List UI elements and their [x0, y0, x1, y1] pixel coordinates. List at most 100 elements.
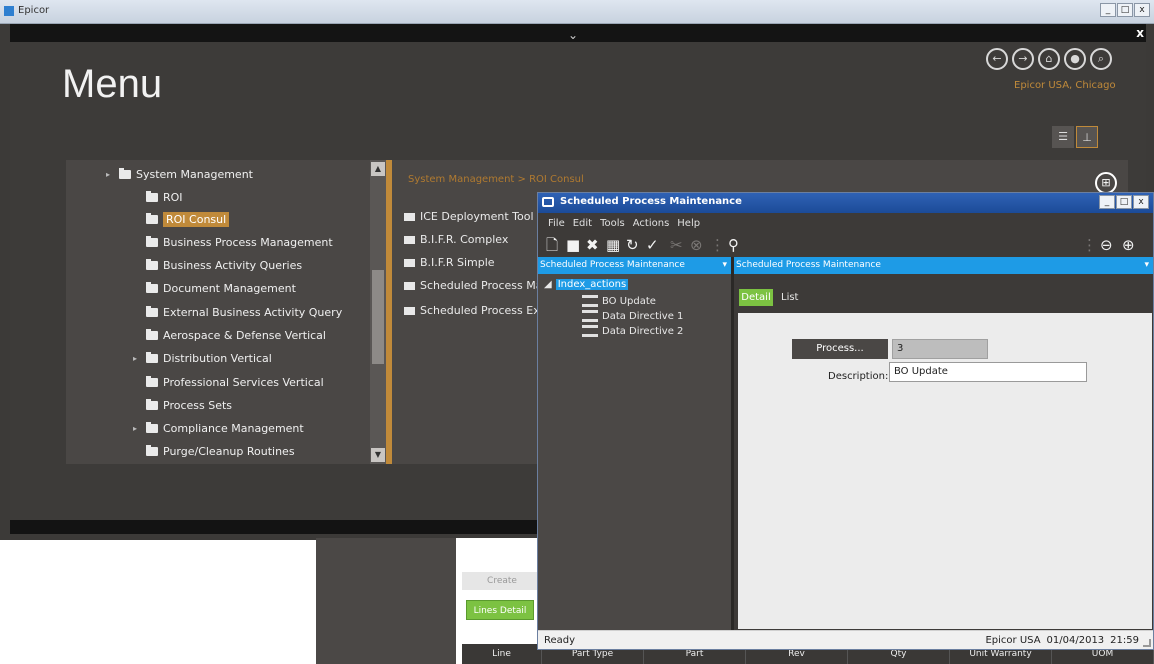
chevron-down-icon[interactable]: ⌄ — [568, 28, 578, 42]
overflow-icon[interactable]: ⋮ — [1082, 236, 1097, 254]
check-icon[interactable]: ✓ — [646, 236, 659, 254]
menu-edit[interactable]: Edit — [573, 218, 592, 229]
close-menu-icon[interactable]: x — [1136, 26, 1144, 40]
tree-item-label: Business Activity Queries — [163, 259, 303, 272]
tree-item-purge-cleanup-routines[interactable]: Purge/Cleanup Routines — [146, 445, 295, 458]
tree-node-root[interactable]: ◢ Index_actions — [544, 279, 629, 290]
list-view-icon[interactable]: ☰ — [1052, 126, 1074, 148]
back-icon[interactable]: ⊖ — [1100, 236, 1113, 254]
record-icon[interactable]: ● — [1064, 48, 1086, 70]
minimize-button[interactable]: _ — [1100, 3, 1116, 17]
main-window-title: Epicor — [18, 5, 50, 16]
tree-item-compliance-management[interactable]: ▸ Compliance Management — [133, 422, 304, 435]
save-icon[interactable]: ■ — [566, 236, 580, 254]
tree-item-external-business-activity-query[interactable]: External Business Activity Query — [146, 306, 342, 319]
list-item-bifr-simple[interactable]: B.I.F.R Simple — [404, 256, 495, 269]
expander-icon[interactable]: ▸ — [106, 170, 114, 179]
folder-icon — [146, 422, 158, 433]
background-panel — [316, 538, 456, 664]
tree-view-icon[interactable]: ⊥ — [1076, 126, 1098, 148]
scroll-down-icon[interactable]: ▼ — [371, 448, 385, 462]
pin-icon[interactable]: ▾ — [722, 257, 727, 274]
dialog-titlebar[interactable]: Scheduled Process Maintenance _ □ x — [538, 193, 1153, 213]
list-item-label: ICE Deployment Tool — [420, 210, 534, 223]
refresh-icon[interactable]: ↻ — [626, 236, 639, 254]
search-icon[interactable]: ⌕ — [1090, 48, 1112, 70]
close-button[interactable]: x — [1133, 195, 1149, 209]
description-field[interactable]: BO Update — [889, 362, 1087, 382]
attach-icon[interactable]: ⊗ — [690, 236, 703, 254]
close-button[interactable]: x — [1134, 3, 1150, 17]
process-field[interactable]: 3 — [892, 339, 988, 359]
resize-grip-icon[interactable] — [1143, 639, 1151, 647]
breadcrumb: System Management > ROI Consul — [408, 174, 584, 185]
scroll-up-icon[interactable]: ▲ — [371, 162, 385, 176]
grid-col-line[interactable]: Line — [462, 644, 542, 664]
expander-icon[interactable]: ◢ — [544, 279, 552, 290]
tree-item-system-management[interactable]: ▸ System Management — [106, 168, 253, 181]
folder-icon — [146, 236, 158, 247]
list-item-ice-deployment-tool[interactable]: ICE Deployment Tool — [404, 210, 534, 223]
menu-actions[interactable]: Actions — [633, 218, 670, 229]
tree-item-label: Aerospace & Defense Vertical — [163, 329, 326, 342]
scroll-thumb[interactable] — [372, 270, 384, 364]
process-button[interactable]: Process... — [792, 339, 888, 359]
tree-item-label: Distribution Vertical — [163, 352, 272, 365]
tree-item-roi-consul[interactable]: ROI Consul — [146, 212, 230, 227]
expander-icon[interactable]: ▸ — [133, 354, 141, 363]
tree-node-data-directive-2[interactable]: Data Directive 2 — [582, 325, 683, 337]
more-icon[interactable]: ⋮ — [710, 236, 725, 254]
tree-node-data-directive-1[interactable]: Data Directive 1 — [582, 310, 683, 322]
dialog-title: Scheduled Process Maintenance — [560, 196, 742, 207]
menu-file[interactable]: File — [548, 218, 565, 229]
folder-icon — [146, 376, 158, 387]
tree-node-label: Index_actions — [555, 279, 629, 290]
tree-item-label: ROI — [163, 191, 183, 204]
tree-item-label: Compliance Management — [163, 422, 304, 435]
list-item-label: Scheduled Process Ma — [420, 279, 543, 292]
maximize-button[interactable]: □ — [1117, 3, 1133, 17]
tree-item-professional-services-vertical[interactable]: Professional Services Vertical — [146, 376, 324, 389]
apps-grid-icon[interactable]: ⊞ — [1095, 172, 1117, 194]
tree-item-document-management[interactable]: Document Management — [146, 282, 296, 295]
forward-icon[interactable]: ⊕ — [1122, 236, 1135, 254]
list-item-scheduled-process-execution[interactable]: Scheduled Process Ex — [404, 304, 540, 317]
tree-pane-header: Scheduled Process Maintenance ▾ — [538, 257, 731, 274]
background-tab[interactable]: Create — [462, 572, 542, 590]
tab-list[interactable]: List — [781, 289, 811, 306]
tree-item-label: Process Sets — [163, 399, 233, 412]
tree-item-aerospace-defense-vertical[interactable]: Aerospace & Defense Vertical — [146, 329, 326, 342]
back-icon[interactable]: ← — [986, 48, 1008, 70]
company-label[interactable]: Epicor USA, Chicago — [1014, 80, 1116, 91]
tree-node-bo-update[interactable]: BO Update — [582, 295, 656, 307]
tree-item-process-sets[interactable]: Process Sets — [146, 399, 232, 412]
home-icon[interactable]: ⌂ — [1038, 48, 1060, 70]
list-icon[interactable]: ▦ — [606, 236, 620, 254]
cut-icon[interactable]: ✂ — [670, 236, 683, 254]
lines-detail-tab[interactable]: Lines Detail — [466, 600, 534, 620]
tab-detail[interactable]: Detail — [739, 289, 773, 306]
menu-help[interactable]: Help — [677, 218, 700, 229]
maximize-button[interactable]: □ — [1116, 195, 1132, 209]
list-item-scheduled-process-maintenance[interactable]: Scheduled Process Ma — [404, 279, 542, 292]
folder-icon — [146, 399, 158, 410]
folder-icon — [146, 445, 158, 456]
tree-item-business-activity-queries[interactable]: Business Activity Queries — [146, 259, 302, 272]
forward-icon[interactable]: → — [1012, 48, 1034, 70]
menu-tools[interactable]: Tools — [600, 218, 625, 229]
expander-icon[interactable]: ▸ — [133, 424, 141, 433]
folder-icon — [146, 282, 158, 293]
binoculars-icon[interactable]: ⚲ — [728, 236, 739, 254]
tree-item-roi[interactable]: ROI — [146, 191, 183, 204]
tree-scrollbar[interactable]: ▲ ▼ — [370, 160, 386, 464]
list-item-bifr-complex[interactable]: B.I.F.R. Complex — [404, 233, 508, 246]
process-icon — [582, 310, 598, 322]
new-icon[interactable]: 🗋 — [546, 236, 558, 254]
program-icon — [404, 258, 415, 267]
minimize-button[interactable]: _ — [1099, 195, 1115, 209]
tree-item-business-process-management[interactable]: Business Process Management — [146, 236, 333, 249]
pin-icon[interactable]: ▾ — [1144, 257, 1149, 274]
delete-icon[interactable]: ✖ — [586, 236, 599, 254]
status-company: Epicor USA — [985, 635, 1041, 646]
tree-item-distribution-vertical[interactable]: ▸ Distribution Vertical — [133, 352, 272, 365]
